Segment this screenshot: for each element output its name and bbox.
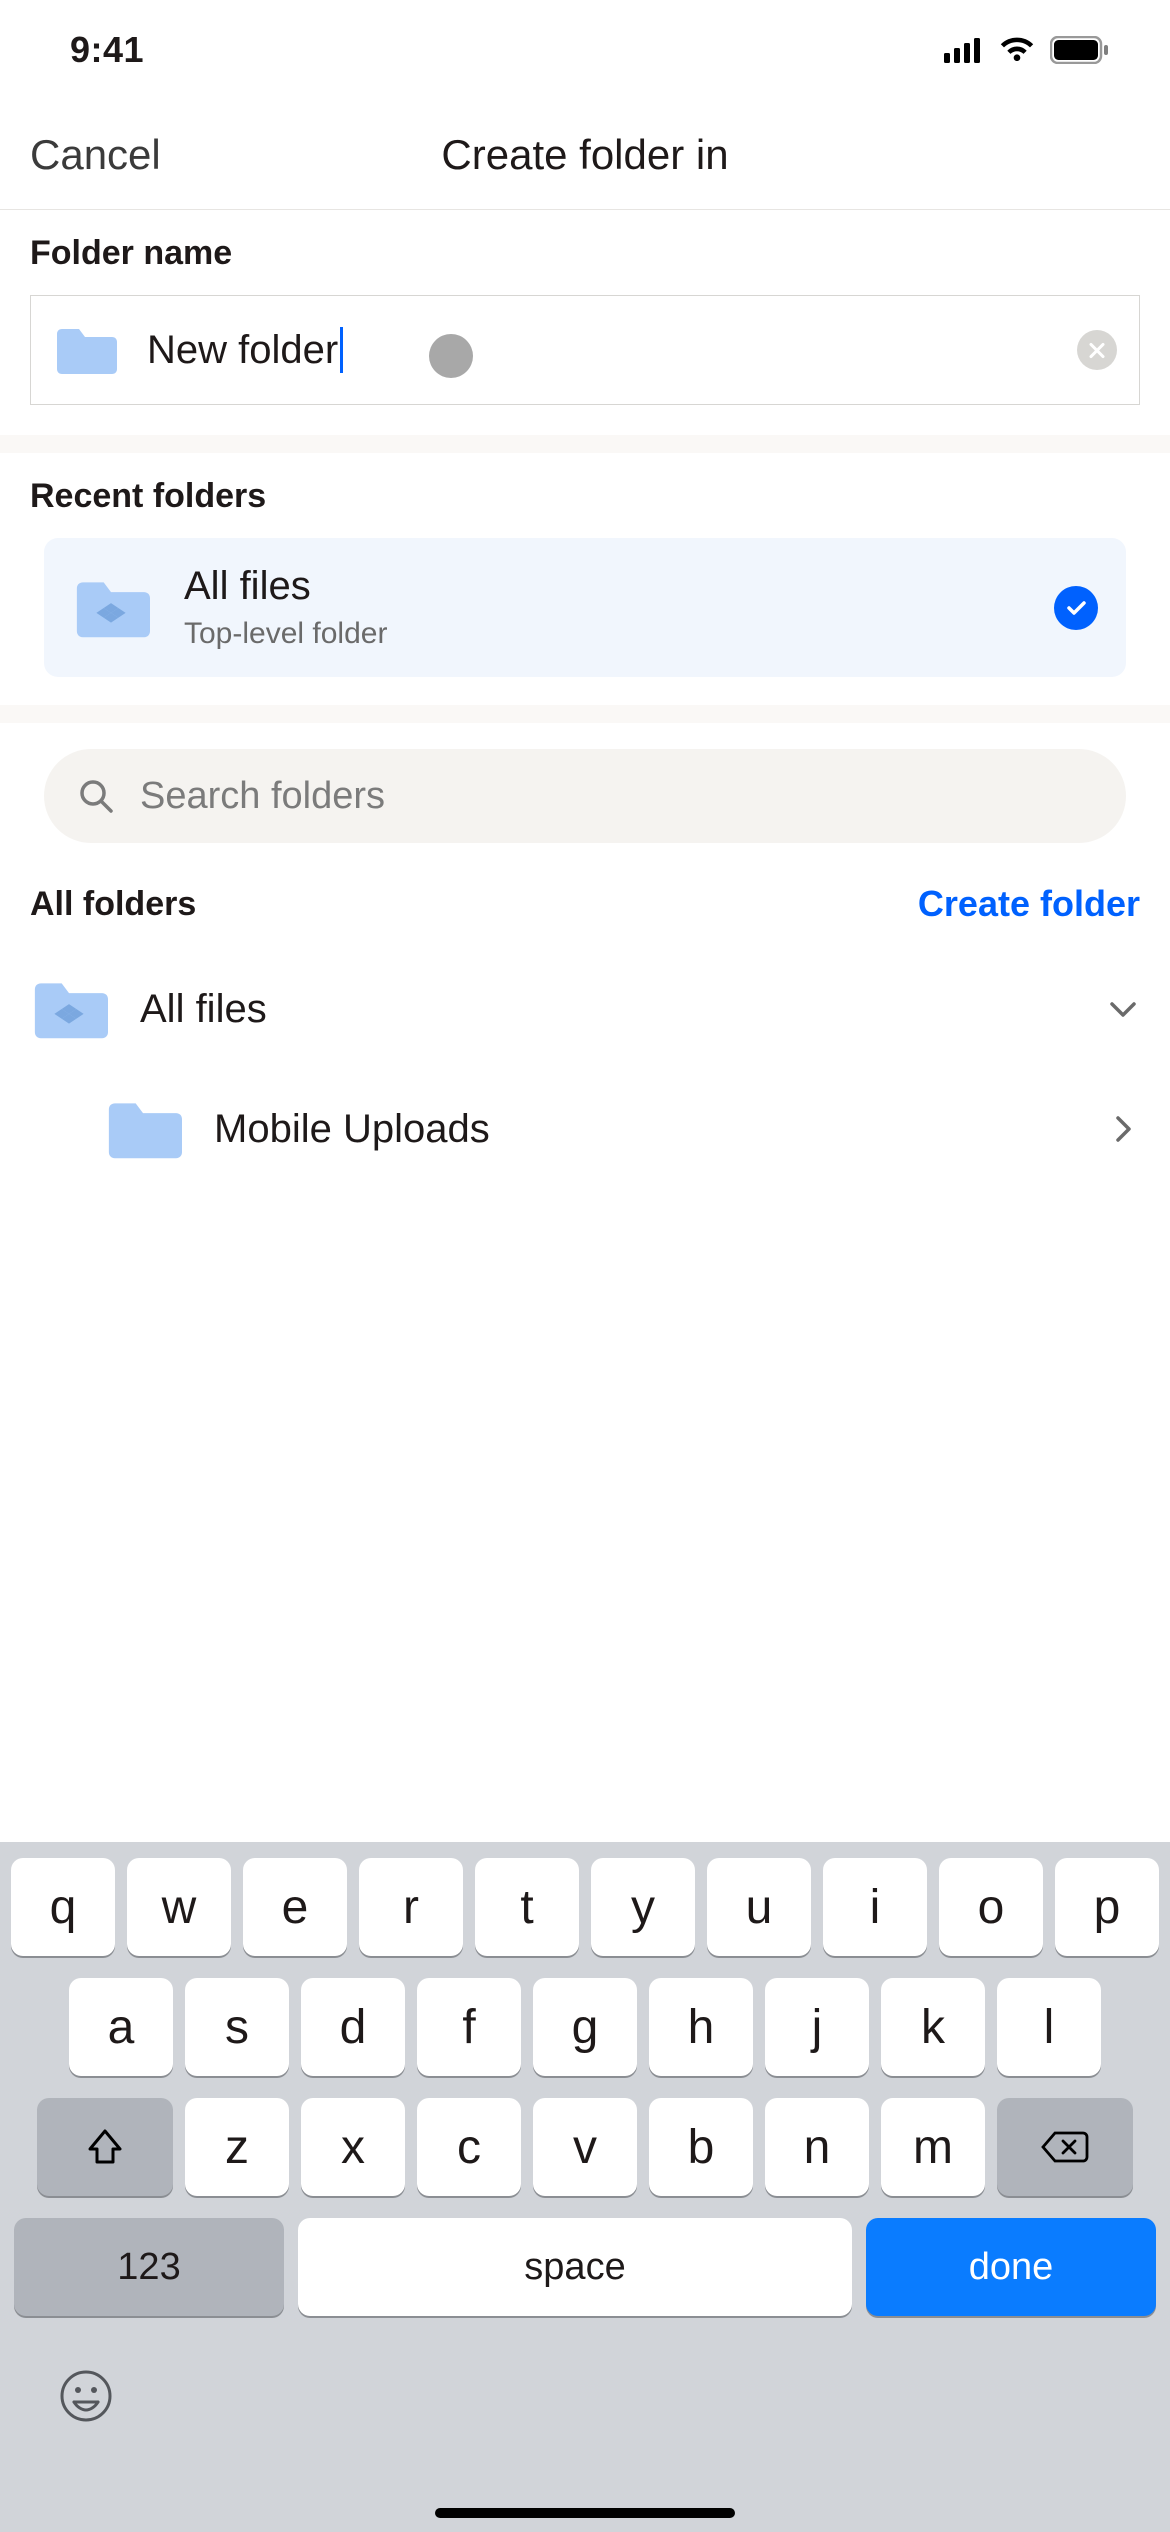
search-section: Search folders	[0, 723, 1170, 853]
keyboard-footer	[10, 2338, 1160, 2424]
key-i[interactable]: i	[823, 1858, 927, 1956]
navbar: Cancel Create folder in	[0, 100, 1170, 210]
key-z[interactable]: z	[185, 2098, 289, 2196]
keyboard-row-2: asdfghjkl	[10, 1978, 1160, 2076]
folder-name-input[interactable]: New folder	[30, 295, 1140, 405]
space-key[interactable]: space	[298, 2218, 852, 2316]
keyboard: qwertyuiop asdfghjkl zxcvbnm 123 space d…	[0, 1842, 1170, 2532]
home-indicator	[435, 2508, 735, 2518]
key-x[interactable]: x	[301, 2098, 405, 2196]
key-n[interactable]: n	[765, 2098, 869, 2196]
recent-folders-section: Recent folders All files Top-level folde…	[0, 453, 1170, 705]
key-d[interactable]: d	[301, 1978, 405, 2076]
recent-folder-subtitle: Top-level folder	[184, 617, 1054, 651]
key-b[interactable]: b	[649, 2098, 753, 2196]
recent-folder-title: All files	[184, 564, 1054, 609]
folder-row-mobile-uploads[interactable]: Mobile Uploads	[30, 1069, 1140, 1189]
folder-name-value: New folder	[147, 327, 343, 373]
emoji-key[interactable]	[58, 2368, 114, 2424]
key-k[interactable]: k	[881, 1978, 985, 2076]
key-r[interactable]: r	[359, 1858, 463, 1956]
chevron-down-icon	[1106, 992, 1140, 1026]
key-g[interactable]: g	[533, 1978, 637, 2076]
key-s[interactable]: s	[185, 1978, 289, 2076]
folder-name-section: Folder name New folder	[0, 210, 1170, 435]
selected-check-icon	[1054, 586, 1098, 630]
key-m[interactable]: m	[881, 2098, 985, 2196]
section-divider	[0, 435, 1170, 453]
chevron-right-icon	[1106, 1112, 1140, 1146]
key-f[interactable]: f	[417, 1978, 521, 2076]
key-t[interactable]: t	[475, 1858, 579, 1956]
folder-icon	[104, 1097, 182, 1161]
recent-folders-label: Recent folders	[30, 477, 1140, 516]
key-o[interactable]: o	[939, 1858, 1043, 1956]
text-caret	[340, 327, 343, 373]
backspace-key[interactable]	[997, 2098, 1133, 2196]
clear-text-button[interactable]	[1077, 330, 1117, 370]
key-p[interactable]: p	[1055, 1858, 1159, 1956]
key-a[interactable]: a	[69, 1978, 173, 2076]
folder-row-label: Mobile Uploads	[214, 1107, 1106, 1152]
key-c[interactable]: c	[417, 2098, 521, 2196]
key-u[interactable]: u	[707, 1858, 811, 1956]
numbers-key[interactable]: 123	[14, 2218, 284, 2316]
key-e[interactable]: e	[243, 1858, 347, 1956]
folder-icon	[53, 324, 117, 376]
key-w[interactable]: w	[127, 1858, 231, 1956]
all-folders-label: All folders	[30, 885, 196, 924]
done-key[interactable]: done	[866, 2218, 1156, 2316]
folder-list: All files Mobile Uploads	[0, 935, 1170, 1189]
status-icons	[944, 36, 1110, 64]
key-v[interactable]: v	[533, 2098, 637, 2196]
cellular-icon	[944, 37, 984, 63]
folder-name-label: Folder name	[30, 234, 1140, 273]
page-title: Create folder in	[0, 131, 1170, 179]
shift-key[interactable]	[37, 2098, 173, 2196]
key-y[interactable]: y	[591, 1858, 695, 1956]
key-h[interactable]: h	[649, 1978, 753, 2076]
folder-row-all-files[interactable]: All files	[30, 949, 1140, 1069]
dropbox-folder-icon	[72, 576, 150, 640]
touch-indicator	[429, 334, 473, 378]
recent-folder-row[interactable]: All files Top-level folder	[44, 538, 1126, 677]
cancel-button[interactable]: Cancel	[30, 131, 161, 179]
search-placeholder: Search folders	[140, 775, 385, 818]
section-divider	[0, 705, 1170, 723]
status-time: 9:41	[70, 29, 144, 71]
all-folders-header: All folders Create folder	[0, 853, 1170, 935]
dropbox-folder-icon	[30, 977, 108, 1041]
key-j[interactable]: j	[765, 1978, 869, 2076]
keyboard-row-1: qwertyuiop	[10, 1858, 1160, 1956]
battery-icon	[1050, 36, 1110, 64]
search-icon	[78, 778, 114, 814]
folder-row-label: All files	[140, 987, 1106, 1032]
create-folder-button[interactable]: Create folder	[918, 883, 1140, 925]
keyboard-row-bottom: 123 space done	[10, 2218, 1160, 2316]
status-bar: 9:41	[0, 0, 1170, 100]
keyboard-row-3: zxcvbnm	[10, 2098, 1160, 2196]
search-input[interactable]: Search folders	[44, 749, 1126, 843]
wifi-icon	[998, 37, 1036, 63]
key-q[interactable]: q	[11, 1858, 115, 1956]
key-l[interactable]: l	[997, 1978, 1101, 2076]
